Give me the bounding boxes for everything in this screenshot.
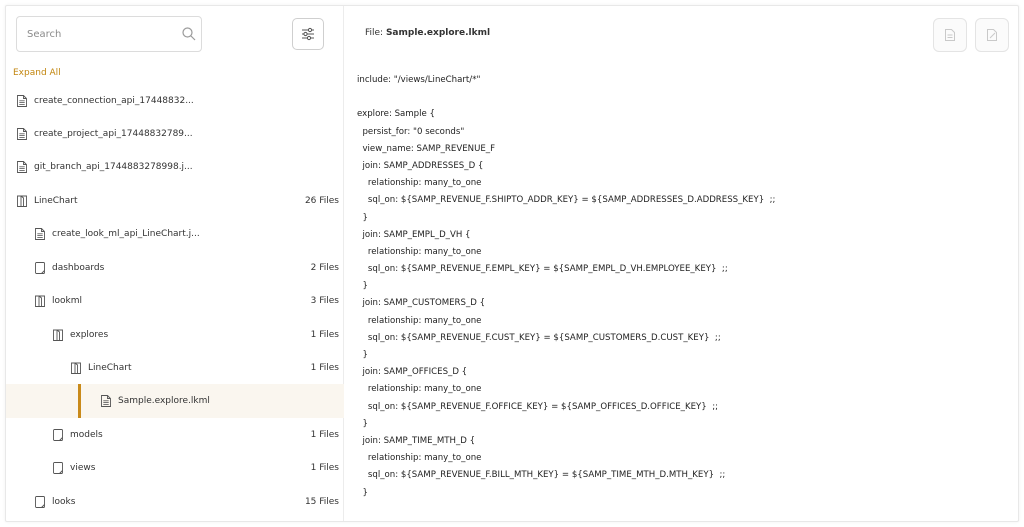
- tree-folder-item[interactable]: LineChart 1 Files: [6, 351, 344, 385]
- file-icon: [35, 228, 45, 240]
- tree-item-count: 2 Files: [310, 263, 339, 273]
- tree-item-label: git_branch_api_1744883278998.j...: [34, 162, 193, 172]
- copy-button[interactable]: [933, 18, 967, 52]
- tree-item-label: LineChart: [88, 363, 132, 373]
- tree-item-count: 1 Files: [310, 330, 339, 340]
- code-line: explore: Sample {: [357, 109, 436, 120]
- file-title: File: Sample.explore.lkml: [365, 28, 490, 38]
- tree-item-label: looks: [52, 497, 76, 507]
- tree-folder-item[interactable]: lookml 3 Files: [6, 284, 344, 318]
- code-line: relationship: many_to_one: [357, 315, 482, 326]
- code-line: join: SAMP_OFFICES_D {: [357, 367, 468, 378]
- tree-folder-item[interactable]: LineChart 26 Files: [6, 184, 344, 218]
- tree-item-count: 1 Files: [310, 363, 339, 373]
- folder-icon: [53, 329, 63, 341]
- file-icon: [101, 395, 111, 407]
- selected-indicator: [78, 384, 81, 418]
- tree-folder-item[interactable]: models 1 Files: [6, 418, 344, 452]
- tree-item-label: views: [70, 463, 96, 473]
- tree-item-count: 1 Files: [310, 430, 339, 440]
- copy-icon: [945, 29, 955, 41]
- code-line: relationship: many_to_one: [357, 453, 482, 464]
- code-line: persist_for: "0 seconds": [357, 126, 465, 137]
- folder-icon: [17, 195, 27, 207]
- filter-button[interactable]: [292, 18, 324, 50]
- file-title-prefix: File:: [365, 28, 386, 38]
- tree-item-label: LineChart: [34, 196, 78, 206]
- tree-file-item[interactable]: create_look_ml_api_LineChart.j...: [6, 217, 344, 251]
- file-icon: [17, 95, 27, 107]
- tree-folder-item[interactable]: looks 15 Files: [6, 485, 344, 519]
- folder-icon: [35, 295, 45, 307]
- folder-icon: [35, 262, 45, 274]
- tree-file-item[interactable]: Sample.explore.lkml: [6, 384, 344, 418]
- file-viewer: File: Sample.explore.lkml include: "/vie…: [344, 6, 1019, 521]
- tree-file-item[interactable]: git_branch_api_1744883278998.j...: [6, 150, 344, 184]
- expand-all-link[interactable]: Expand All: [13, 68, 61, 78]
- search-icon[interactable]: [181, 26, 197, 42]
- filter-sliders-icon: [302, 27, 314, 41]
- tree-file-item[interactable]: create_connection_api_17448832...: [6, 84, 344, 118]
- folder-icon: [35, 496, 45, 508]
- tree-item-label: models: [70, 430, 103, 440]
- folder-icon: [71, 362, 81, 374]
- search-box[interactable]: [16, 16, 202, 52]
- code-line: }: [357, 212, 368, 223]
- tree-item-label: create_look_ml_api_LineChart.j...: [52, 229, 200, 239]
- tree-item-label: Sample.explore.lkml: [118, 396, 210, 406]
- file-title-name: Sample.explore.lkml: [385, 28, 491, 38]
- code-line: join: SAMP_ADDRESSES_D {: [357, 160, 484, 171]
- edit-button[interactable]: [975, 18, 1009, 52]
- code-line: }: [357, 350, 368, 360]
- tree-folder-item[interactable]: explores 1 Files: [6, 318, 344, 352]
- code-line: sql_on: ${SAMP_REVENUE_F.OFFICE_KEY} = $…: [357, 401, 718, 412]
- code-line: relationship: many_to_one: [357, 178, 482, 189]
- app-window: Expand All create_connection_api_1744883…: [5, 5, 1019, 522]
- tree-file-item[interactable]: create_project_api_17448832789...: [6, 117, 344, 151]
- tree-item-label: lookml: [52, 296, 82, 306]
- tree-item-count: 3 Files: [310, 296, 339, 306]
- edit-file-icon: [987, 29, 997, 41]
- folder-icon: [53, 429, 63, 441]
- file-icon: [17, 161, 27, 173]
- code-line: sql_on: ${SAMP_REVENUE_F.BILL_MTH_KEY} =…: [357, 470, 726, 481]
- tree-item-count: 26 Files: [304, 196, 339, 206]
- code-line: join: SAMP_CUSTOMERS_D {: [357, 298, 486, 309]
- tree-item-label: create_connection_api_17448832...: [34, 96, 194, 106]
- code-line: include: "/views/LineChart/*": [357, 75, 481, 85]
- code-line: }: [357, 418, 368, 429]
- tree-folder-item[interactable]: views 1 Files: [6, 451, 344, 485]
- tree-item-label: dashboards: [52, 263, 105, 273]
- code-line: view_name: SAMP_REVENUE_F: [357, 143, 496, 154]
- code-line: join: SAMP_EMPL_D_VH {: [357, 229, 471, 240]
- tree-item-label: explores: [70, 330, 109, 340]
- code-line: relationship: many_to_one: [357, 384, 482, 395]
- file-browser-sidebar: Expand All create_connection_api_1744883…: [6, 6, 344, 521]
- code-line: join: SAMP_TIME_MTH_D {: [357, 435, 476, 446]
- code-line: relationship: many_to_one: [357, 246, 482, 257]
- tree-item-count: 15 Files: [304, 497, 339, 507]
- code-line: sql_on: ${SAMP_REVENUE_F.SHIPTO_ADDR_KEY…: [357, 195, 776, 206]
- file-icon: [17, 128, 27, 140]
- code-line: sql_on: ${SAMP_REVENUE_F.EMPL_KEY} = ${S…: [357, 264, 728, 275]
- tree-folder-item[interactable]: dashboards 2 Files: [6, 251, 344, 285]
- code-content: include: "/views/LineChart/*" explore: Sa…: [357, 72, 1007, 502]
- tree-item-count: 1 Files: [310, 463, 339, 473]
- tree-item-label: create_project_api_17448832789...: [34, 129, 193, 139]
- file-header: File: Sample.explore.lkml: [344, 6, 1019, 63]
- code-line: }: [357, 281, 368, 292]
- search-input[interactable]: [17, 17, 167, 51]
- search-row: [6, 6, 344, 63]
- folder-icon: [53, 462, 63, 474]
- code-line: sql_on: ${SAMP_REVENUE_F.CUST_KEY} = ${S…: [357, 332, 721, 343]
- code-line: }: [357, 487, 368, 498]
